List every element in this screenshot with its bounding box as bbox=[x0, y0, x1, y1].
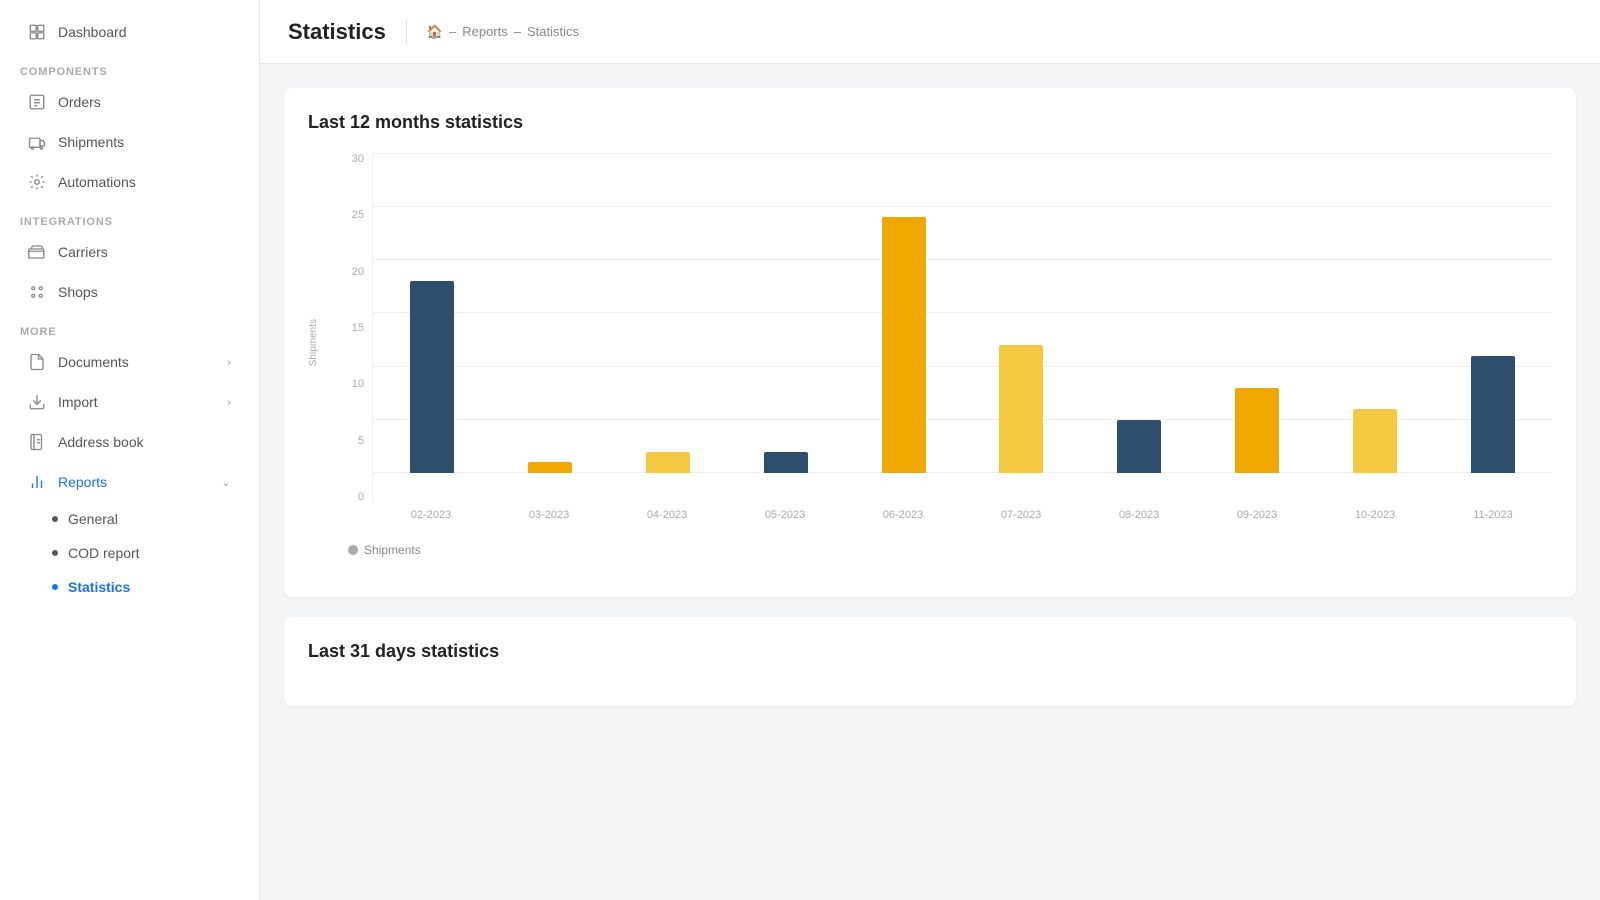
sidebar-item-dashboard[interactable]: Dashboard bbox=[8, 13, 251, 51]
home-icon[interactable]: 🏠 bbox=[427, 24, 443, 40]
content-area: Last 12 months statistics Shipments 0 5 10… bbox=[260, 64, 1600, 900]
breadcrumb-sep2: – bbox=[514, 24, 521, 39]
chart-12months-container: Shipments 0 5 10 15 20 25 30 02-202303-202304-… bbox=[308, 153, 1552, 573]
sidebar-sub-item-statistics[interactable]: Statistics bbox=[8, 571, 251, 603]
bar[interactable] bbox=[882, 217, 926, 473]
cod-report-dot bbox=[52, 550, 58, 556]
chart-area: Shipments 0 5 10 15 20 25 30 02-202303-202304-… bbox=[308, 153, 1552, 533]
reports-chevron-icon: ⌄ bbox=[221, 475, 231, 489]
carriers-icon bbox=[28, 243, 46, 261]
bar-group bbox=[1316, 153, 1434, 473]
bar[interactable] bbox=[1235, 388, 1279, 473]
sidebar-item-orders[interactable]: Orders bbox=[8, 83, 251, 121]
breadcrumb-current: Statistics bbox=[527, 24, 579, 39]
automations-icon bbox=[28, 173, 46, 191]
main-content: Statistics 🏠 – Reports – Statistics Last… bbox=[260, 0, 1600, 900]
sidebar-sub-item-cod-report[interactable]: COD report bbox=[8, 537, 251, 569]
legend-label: Shipments bbox=[364, 543, 421, 557]
documents-chevron-icon: › bbox=[227, 355, 231, 369]
page-title: Statistics bbox=[288, 19, 386, 45]
bar-group bbox=[963, 153, 1081, 473]
card-12months: Last 12 months statistics Shipments 0 5 10… bbox=[284, 88, 1576, 597]
bar-group bbox=[1198, 153, 1316, 473]
components-section-label: COMPONENTS bbox=[0, 52, 259, 82]
bar[interactable] bbox=[1471, 356, 1515, 473]
bar-group bbox=[373, 153, 491, 473]
bar-group bbox=[609, 153, 727, 473]
sidebar-item-automations[interactable]: Automations bbox=[8, 163, 251, 201]
card-31days: Last 31 days statistics bbox=[284, 617, 1576, 706]
x-label: 02-2023 bbox=[372, 503, 490, 533]
x-label: 09-2023 bbox=[1198, 503, 1316, 533]
import-icon bbox=[28, 393, 46, 411]
breadcrumb-sep1: – bbox=[449, 24, 456, 39]
x-label: 03-2023 bbox=[490, 503, 608, 533]
card-12months-title: Last 12 months statistics bbox=[308, 112, 1552, 133]
y-label: 15 bbox=[332, 322, 372, 334]
x-labels: 02-202303-202304-202305-202306-202307-20… bbox=[372, 503, 1552, 533]
y-label: 0 bbox=[332, 491, 372, 503]
y-axis-label-container: Shipments bbox=[308, 153, 328, 533]
reports-icon bbox=[28, 473, 46, 491]
breadcrumb-reports-link[interactable]: Reports bbox=[462, 24, 508, 39]
x-label: 04-2023 bbox=[608, 503, 726, 533]
chart-inner: 02-202303-202304-202305-202306-202307-20… bbox=[372, 153, 1552, 533]
sidebar-item-shipments[interactable]: Shipments bbox=[8, 123, 251, 161]
documents-icon bbox=[28, 353, 46, 371]
y-label: 20 bbox=[332, 266, 372, 278]
bars-area bbox=[372, 153, 1552, 503]
sidebar-sub-item-general[interactable]: General bbox=[8, 503, 251, 535]
shipments-icon bbox=[28, 133, 46, 151]
x-label: 08-2023 bbox=[1080, 503, 1198, 533]
bar-group bbox=[727, 153, 845, 473]
legend-dot bbox=[348, 545, 358, 555]
y-axis-label: Shipments bbox=[308, 319, 319, 366]
chart-legend: Shipments bbox=[308, 543, 1552, 557]
x-label: 06-2023 bbox=[844, 503, 962, 533]
bar[interactable] bbox=[1353, 409, 1397, 473]
sidebar: Dashboard COMPONENTS Orders Shipments bbox=[0, 0, 260, 900]
card-31days-title: Last 31 days statistics bbox=[308, 641, 1552, 662]
bar[interactable] bbox=[646, 452, 690, 473]
y-axis: 0 5 10 15 20 25 30 bbox=[332, 153, 372, 533]
sidebar-item-carriers[interactable]: Carriers bbox=[8, 233, 251, 271]
sidebar-item-addressbook[interactable]: Address book bbox=[8, 423, 251, 461]
sidebar-item-reports[interactable]: Reports ⌄ bbox=[8, 463, 251, 501]
breadcrumb: 🏠 – Reports – Statistics bbox=[427, 24, 579, 40]
bar-group bbox=[1080, 153, 1198, 473]
bar[interactable] bbox=[999, 345, 1043, 473]
bar[interactable] bbox=[528, 462, 572, 473]
bar-group bbox=[1434, 153, 1552, 473]
bars-row bbox=[373, 153, 1552, 473]
bar[interactable] bbox=[410, 281, 454, 473]
topbar: Statistics 🏠 – Reports – Statistics bbox=[260, 0, 1600, 64]
bar-group bbox=[845, 153, 963, 473]
x-label: 11-2023 bbox=[1434, 503, 1552, 533]
y-label: 30 bbox=[332, 153, 372, 165]
sidebar-item-documents[interactable]: Documents › bbox=[8, 343, 251, 381]
orders-icon bbox=[28, 93, 46, 111]
bar-group bbox=[491, 153, 609, 473]
x-label: 10-2023 bbox=[1316, 503, 1434, 533]
y-label: 25 bbox=[332, 209, 372, 221]
dashboard-icon bbox=[28, 23, 46, 41]
bar[interactable] bbox=[764, 452, 808, 473]
x-label: 07-2023 bbox=[962, 503, 1080, 533]
import-chevron-icon: › bbox=[227, 395, 231, 409]
integrations-section-label: INTEGRATIONS bbox=[0, 202, 259, 232]
general-dot bbox=[52, 516, 58, 522]
sidebar-item-import[interactable]: Import › bbox=[8, 383, 251, 421]
bar[interactable] bbox=[1117, 420, 1161, 473]
more-section-label: MORE bbox=[0, 312, 259, 342]
sidebar-item-shops[interactable]: Shops bbox=[8, 273, 251, 311]
y-label: 10 bbox=[332, 378, 372, 390]
shops-icon bbox=[28, 283, 46, 301]
y-label: 5 bbox=[332, 435, 372, 447]
x-label: 05-2023 bbox=[726, 503, 844, 533]
breadcrumb-separator-line bbox=[406, 20, 407, 44]
addressbook-icon bbox=[28, 433, 46, 451]
statistics-dot bbox=[52, 584, 58, 590]
